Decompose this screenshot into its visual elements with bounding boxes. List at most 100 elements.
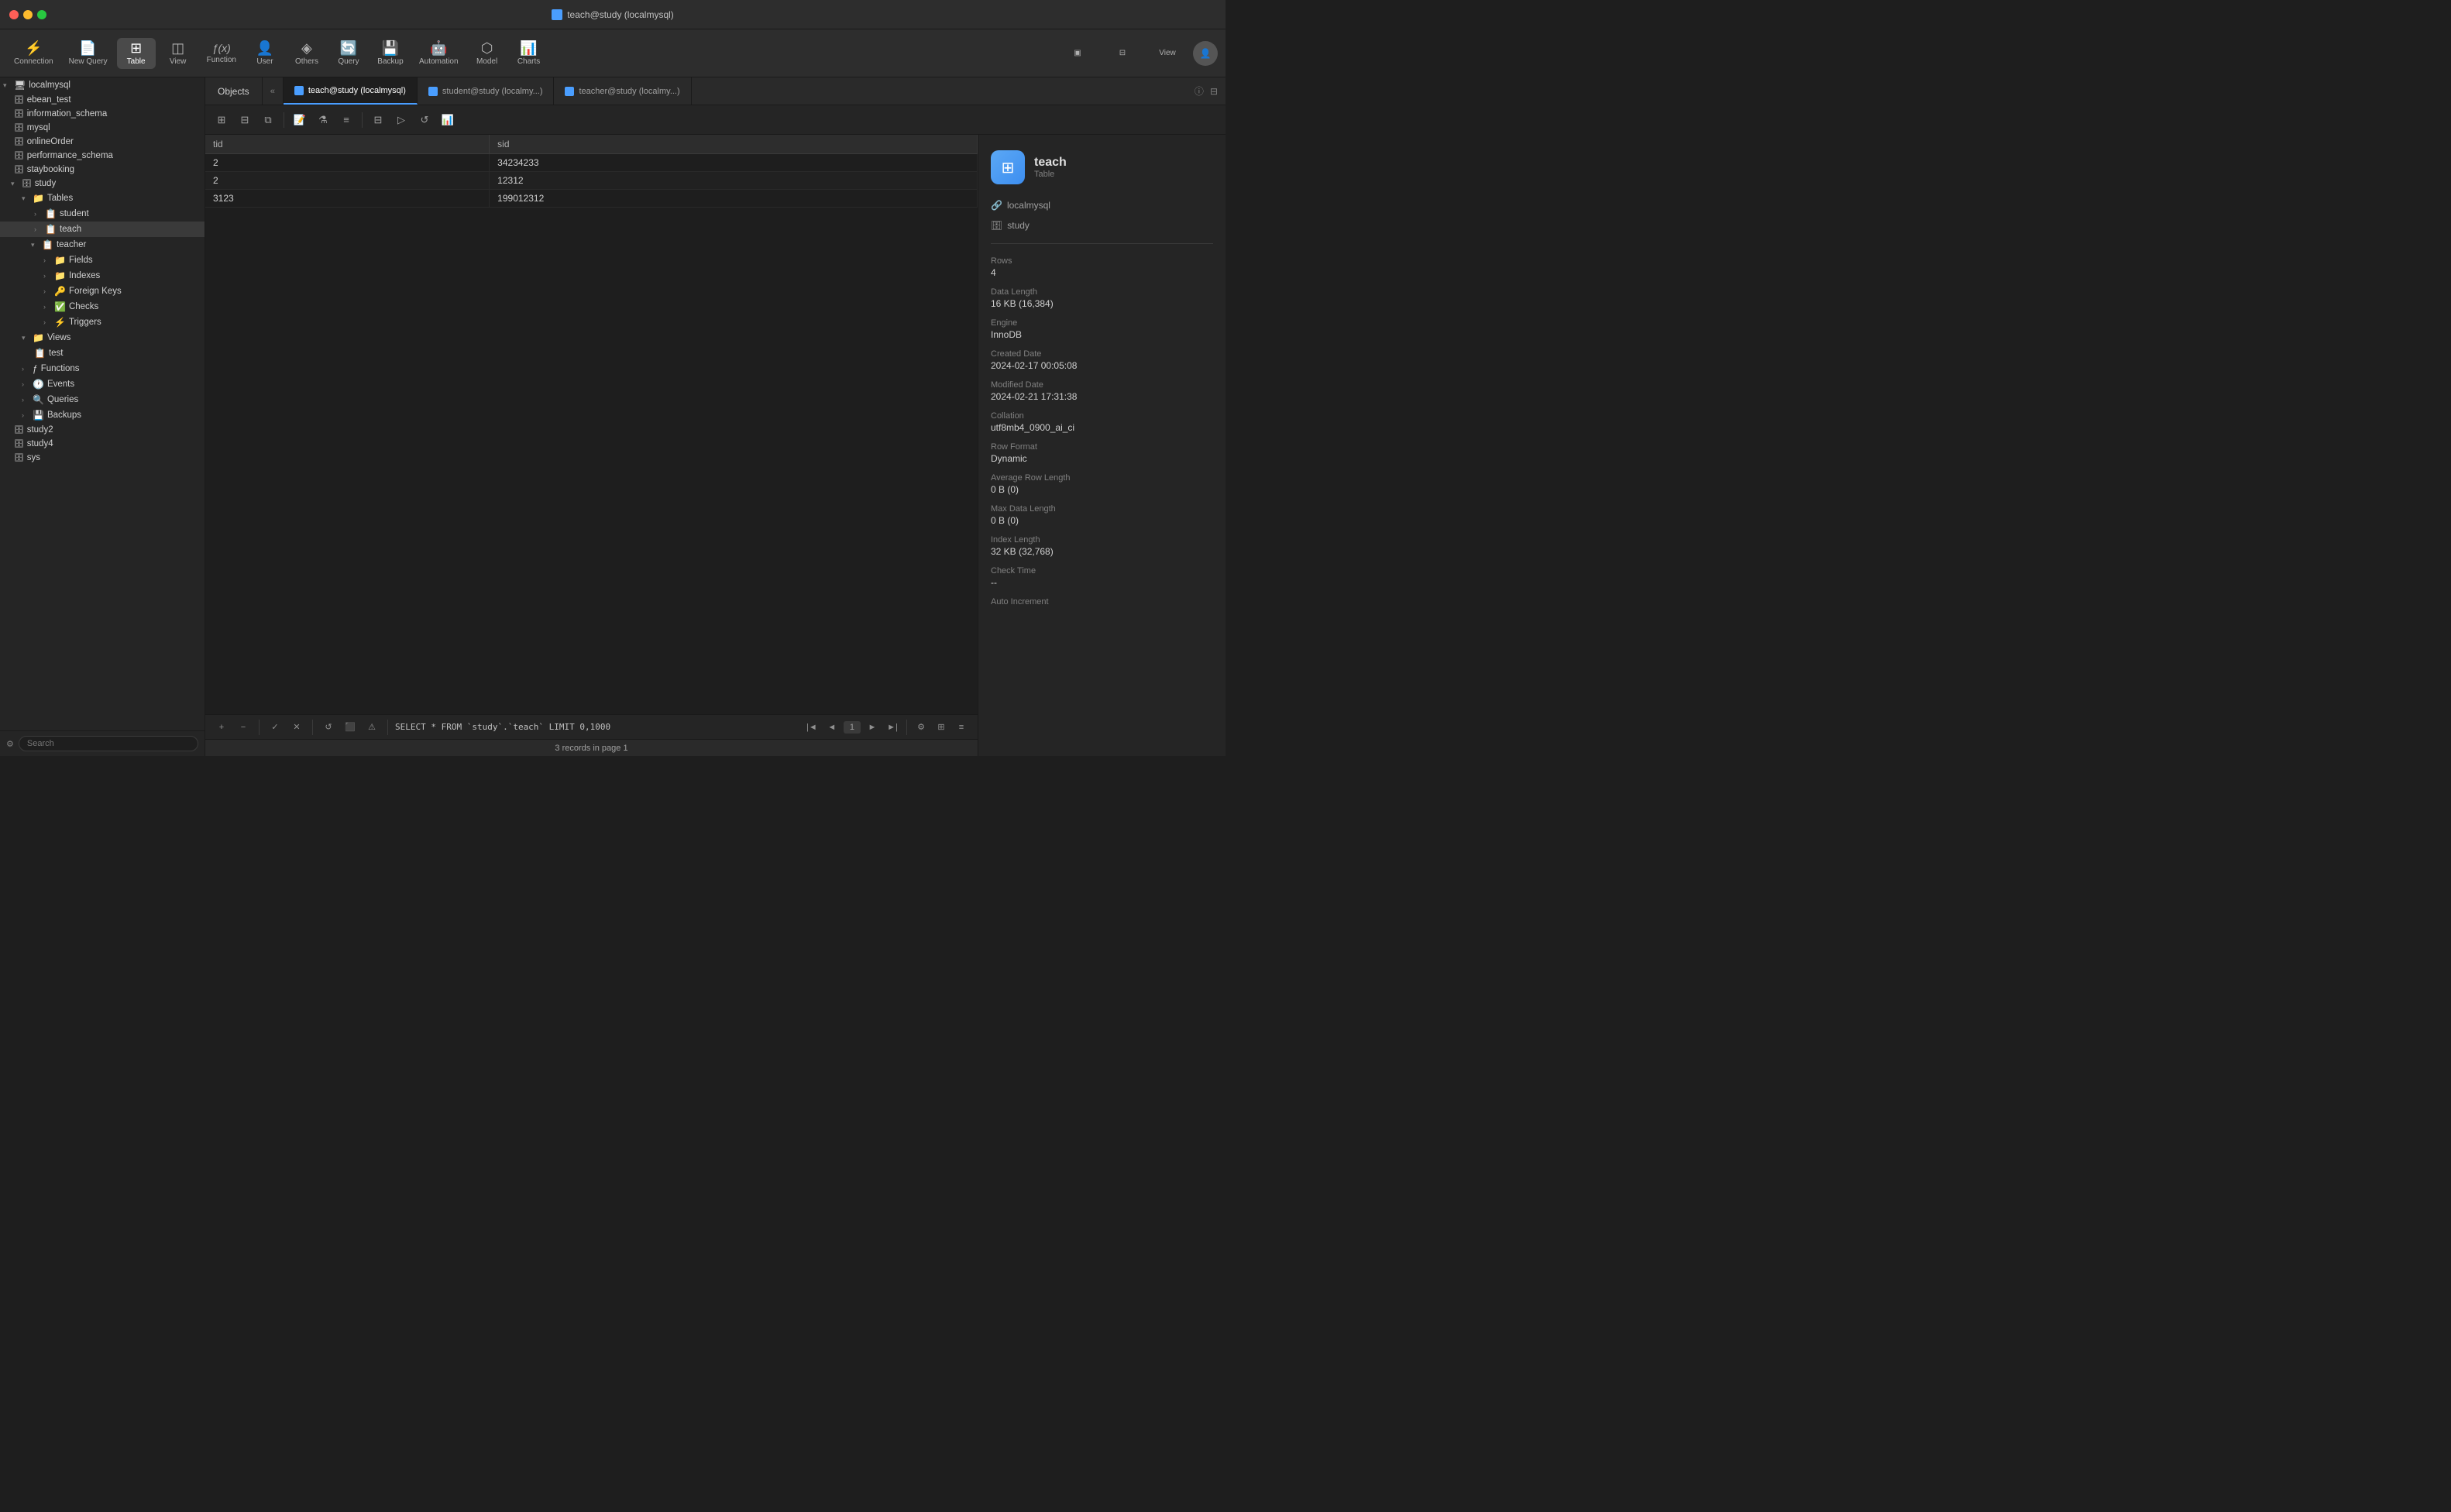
data-length-label: Data Length	[991, 287, 1213, 297]
close-button[interactable]	[9, 10, 19, 19]
bottom-stop-btn[interactable]: ⬛	[342, 719, 359, 736]
sidebar-item-fields[interactable]: › 📁 Fields	[0, 253, 205, 268]
sidebar-item-views-folder[interactable]: ▾ 📁 Views	[0, 330, 205, 345]
bottom-warning-btn[interactable]: ⚠	[363, 719, 380, 736]
sidebar-item-teach[interactable]: › 📋 teach	[0, 222, 205, 237]
toolbar-view[interactable]: ◫ View	[159, 38, 198, 69]
window-controls	[9, 10, 46, 19]
sidebar-item-events[interactable]: › 🕐 Events	[0, 376, 205, 392]
bottom-add-btn[interactable]: +	[213, 719, 230, 736]
sidebar-item-performance-schema[interactable]: 🗄 performance_schema	[0, 149, 205, 163]
subtoolbar-view-grid[interactable]: ⊟	[368, 110, 388, 130]
minimize-button[interactable]	[23, 10, 33, 19]
sidebar-item-sys[interactable]: 🗄 sys	[0, 451, 205, 465]
toolbar-view-layout2[interactable]: ⊟	[1103, 46, 1142, 60]
toolbar-table[interactable]: ⊞ Table	[117, 38, 156, 69]
bottom-refresh-btn[interactable]: ↺	[320, 719, 337, 736]
toolbar-new-query[interactable]: 📄 New Query	[63, 38, 114, 69]
sidebar-item-indexes[interactable]: › 📁 Indexes	[0, 268, 205, 284]
divider2	[362, 112, 363, 128]
subtoolbar-edit[interactable]: 📝	[290, 110, 310, 130]
sidebar-item-tables-folder[interactable]: ▾ 📁 Tables	[0, 191, 205, 206]
table-row[interactable]: 2 12312	[205, 172, 978, 190]
tab-objects[interactable]: Objects	[205, 77, 263, 105]
sidebar-item-queries[interactable]: › 🔍 Queries	[0, 392, 205, 407]
sidebar-item-staybooking[interactable]: 🗄 staybooking	[0, 163, 205, 177]
content-area: Objects « teach@study (localmysql) stude…	[205, 77, 1226, 756]
subtoolbar-export[interactable]: ↺	[414, 110, 435, 130]
bottom-cancel-btn[interactable]: ✕	[288, 719, 305, 736]
cell-tid: 3123	[205, 190, 490, 208]
toolbar-others[interactable]: ◈ Others	[287, 38, 326, 69]
sidebar-item-backups[interactable]: › 💾 Backups	[0, 407, 205, 423]
info-max-data-length: Max Data Length 0 B (0)	[991, 504, 1213, 526]
subtoolbar-sort[interactable]: ≡	[336, 110, 356, 130]
subtoolbar-import[interactable]: ▷	[391, 110, 411, 130]
rows-label: Rows	[991, 256, 1213, 266]
created-date-label: Created Date	[991, 349, 1213, 359]
last-page-btn[interactable]: ►|	[884, 719, 901, 736]
bottom-check-btn[interactable]: ✓	[266, 719, 284, 736]
first-page-btn[interactable]: |◄	[803, 719, 820, 736]
tab-teacher-study[interactable]: teacher@study (localmy...)	[554, 77, 691, 105]
sidebar-item-teacher[interactable]: ▾ 📋 teacher	[0, 237, 205, 253]
sidebar-tree: ▾ 🖥 localmysql 🗄 ebean_test 🗄 informatio…	[0, 77, 205, 730]
sidebar-item-information-schema[interactable]: 🗄 information_schema	[0, 107, 205, 121]
page-number[interactable]: 1	[844, 721, 861, 734]
sidebar-item-foreign-keys[interactable]: › 🔑 Foreign Keys	[0, 284, 205, 299]
sidebar-item-functions[interactable]: › ƒ Functions	[0, 361, 205, 376]
settings-btn[interactable]: ⚙	[913, 719, 930, 736]
col-sid[interactable]: sid	[490, 135, 978, 154]
sidebar-item-test-view[interactable]: 📋 test	[0, 345, 205, 361]
toolbar-query[interactable]: 🔄 Query	[329, 38, 368, 69]
tab-teach-study[interactable]: teach@study (localmysql)	[284, 77, 418, 105]
info-avg-row-length: Average Row Length 0 B (0)	[991, 473, 1213, 495]
subtoolbar-add[interactable]: ⊞	[211, 110, 232, 130]
sidebar-item-mysql[interactable]: 🗄 mysql	[0, 121, 205, 135]
toolbar-view-text[interactable]: View	[1148, 46, 1187, 60]
info-btn[interactable]: ⓘ	[1195, 84, 1204, 98]
backup-label: Backup	[377, 57, 403, 66]
subtoolbar-chart[interactable]: 📊	[438, 110, 458, 130]
layout2-icon: ⊟	[1119, 49, 1126, 57]
subtoolbar-remove[interactable]: ⊟	[235, 110, 255, 130]
col-tid[interactable]: tid	[205, 135, 490, 154]
status-text: 3 records in page 1	[555, 744, 627, 753]
user-label: User	[256, 57, 273, 66]
sidebar-item-study[interactable]: ▾ 🗄 study	[0, 177, 205, 191]
search-input[interactable]	[19, 736, 198, 751]
sidebar-item-study2[interactable]: 🗄 study2	[0, 423, 205, 437]
user-avatar[interactable]: 👤	[1193, 41, 1218, 66]
next-page-btn[interactable]: ►	[864, 719, 881, 736]
layout-btn[interactable]: ⊟	[1210, 86, 1218, 97]
sidebar-item-localmysql[interactable]: ▾ 🖥 localmysql	[0, 77, 205, 93]
sidebar-item-ebean-test[interactable]: 🗄 ebean_test	[0, 93, 205, 107]
view-list-btn[interactable]: ≡	[953, 719, 970, 736]
maximize-button[interactable]	[37, 10, 46, 19]
subtoolbar-copy[interactable]: ⧉	[258, 110, 278, 130]
study2-label: study2	[27, 425, 53, 435]
sidebar-item-online-order[interactable]: 🗄 onlineOrder	[0, 135, 205, 149]
toolbar-model[interactable]: ⬡ Model	[468, 38, 507, 69]
toolbar-connection[interactable]: ⚡ Connection	[8, 38, 60, 69]
toolbar-user[interactable]: 👤 User	[246, 38, 284, 69]
toolbar-backup[interactable]: 💾 Backup	[371, 38, 410, 69]
table-row[interactable]: 2 34234233	[205, 154, 978, 172]
table-wrapper[interactable]: tid sid 2 34234233 2 12312	[205, 135, 978, 714]
table-row[interactable]: 3123 199012312	[205, 190, 978, 208]
tab-student-study[interactable]: student@study (localmy...)	[418, 77, 555, 105]
toolbar-view-layout1[interactable]: ▣	[1058, 46, 1097, 60]
toolbar-charts[interactable]: 📊 Charts	[510, 38, 548, 69]
subtoolbar-filter[interactable]: ⚗	[313, 110, 333, 130]
bottom-remove-btn[interactable]: −	[235, 719, 252, 736]
toolbar-automation[interactable]: 🤖 Automation	[413, 38, 465, 69]
toolbar-function[interactable]: ƒ(x) Function	[201, 40, 242, 67]
prev-page-btn[interactable]: ◄	[823, 719, 840, 736]
sidebar-item-study4[interactable]: 🗄 study4	[0, 437, 205, 451]
sidebar-item-checks[interactable]: › ✅ Checks	[0, 299, 205, 314]
tab-collapse-btn[interactable]: «	[263, 77, 284, 105]
online-order-label: onlineOrder	[27, 137, 74, 146]
sidebar-item-triggers[interactable]: › ⚡ Triggers	[0, 314, 205, 330]
view-mode-btn[interactable]: ⊞	[933, 719, 950, 736]
sidebar-item-student[interactable]: › 📋 student	[0, 206, 205, 222]
